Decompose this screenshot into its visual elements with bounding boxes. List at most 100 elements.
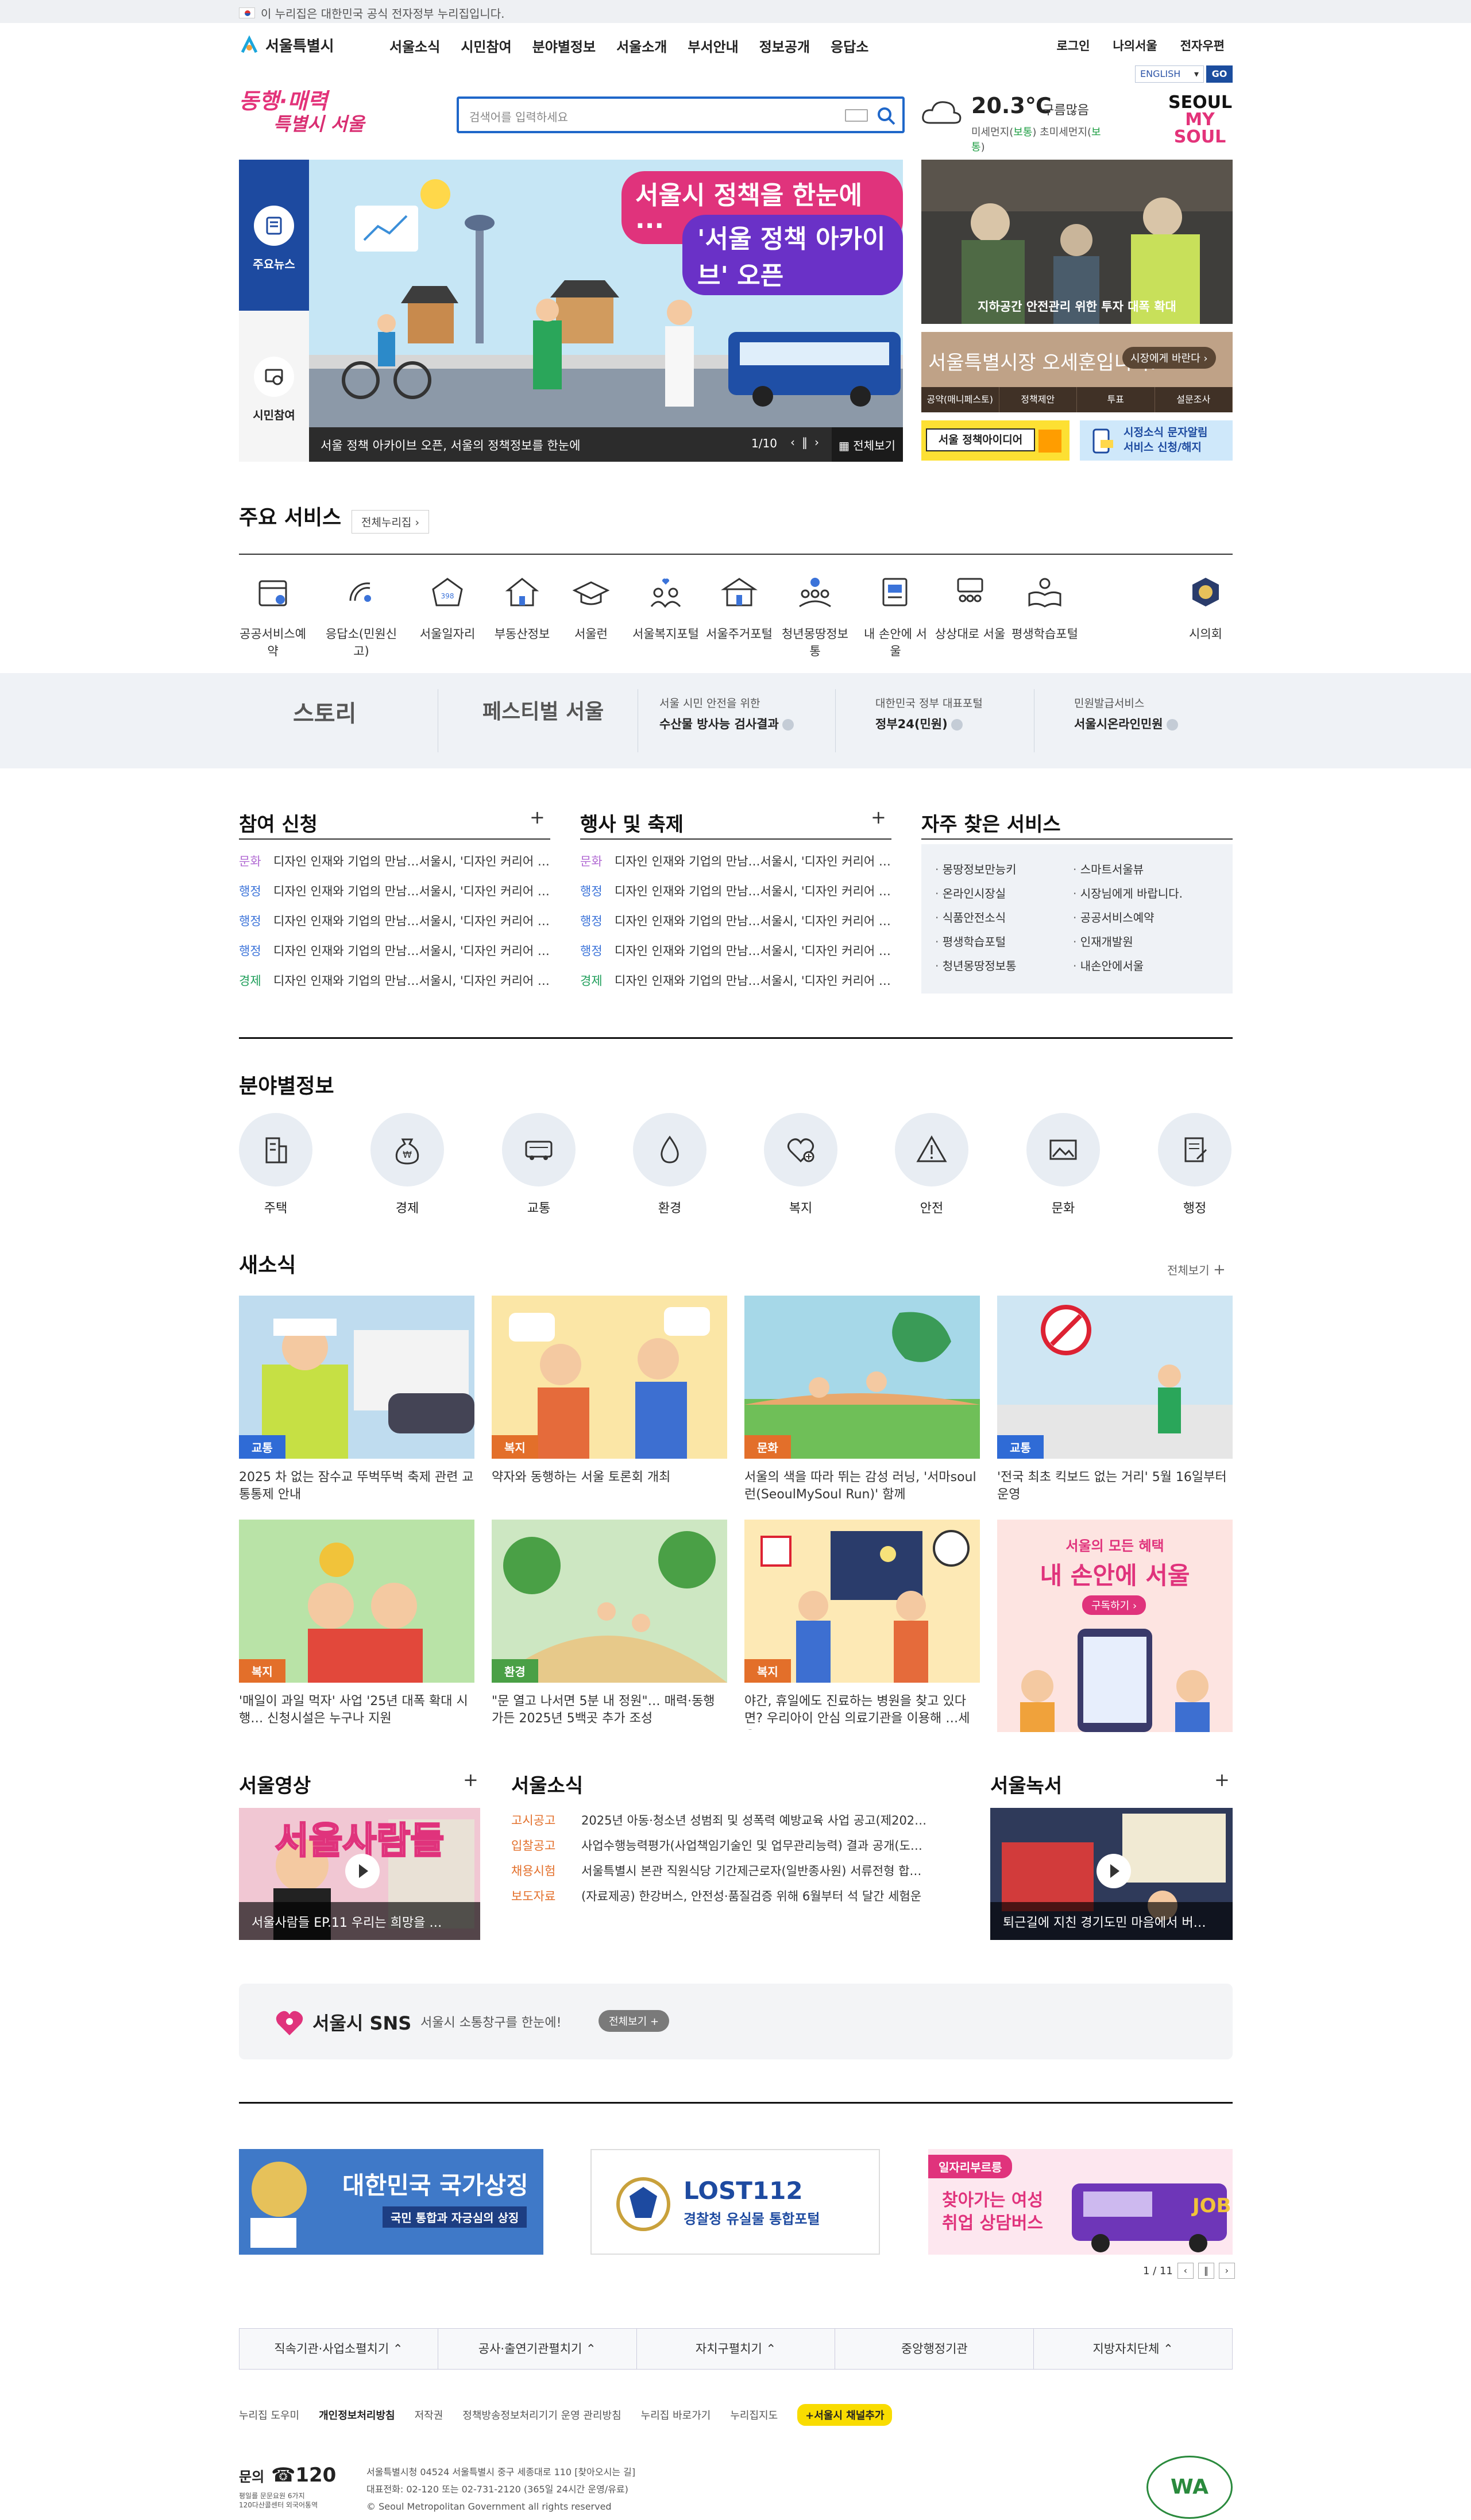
list-item[interactable]: 경제 디자인 인재와 기업의 만남…서울시, '디자인 커리어 … (580, 972, 891, 1002)
field-housing[interactable]: 주택 (239, 1113, 312, 1216)
promo-women-job-bus[interactable]: 일자리부르릉 찾아가는 여성 취업 상담버스 JOB (928, 2149, 1233, 2255)
nav-departments[interactable]: 부서안내 (688, 36, 738, 56)
search-icon[interactable] (875, 105, 898, 127)
service-seoul-jobs[interactable]: 398 서울일자리 (411, 572, 484, 642)
search-input[interactable]: 검색어를 입력하세요 (469, 108, 568, 125)
next-icon[interactable]: › (814, 435, 826, 449)
mayor-wish-button[interactable]: 시장에게 바란다 › (1122, 347, 1216, 369)
promo-lost112[interactable]: LOST112 경찰청 유실물 통합포털 (590, 2149, 880, 2255)
service-seoul-learn[interactable]: 서울런 (555, 572, 627, 642)
audio-more-icon[interactable]: + (1214, 1769, 1230, 1791)
list-item[interactable]: 문화 디자인 인재와 기업의 만남…서울시, '디자인 커리어 … (580, 852, 891, 882)
right-news-photo[interactable]: 지하공간 안전관리 위한 투자 대폭 확대 (921, 160, 1233, 324)
footer-link-shortcut[interactable]: 누리집 바로가기 (641, 2407, 711, 2422)
mayor-box[interactable]: 서울특별시장 오세훈입니다. 시장에게 바란다 › 공약(매니페스토) 정책제안… (921, 332, 1233, 412)
footer-link-copyright[interactable]: 저작권 (415, 2407, 443, 2422)
keyboard-icon[interactable] (845, 109, 868, 122)
list-item[interactable]: 행정 디자인 인재와 기업의 만남…서울시, '디자인 커리어 … (580, 942, 891, 972)
field-transport[interactable]: 교통 (502, 1113, 576, 1216)
prev-icon[interactable]: ‹ (790, 435, 802, 449)
subscribe-button[interactable]: 구독하기 › (1082, 1595, 1146, 1615)
mayor-link-survey[interactable]: 설문조사 (1155, 387, 1233, 412)
service-welfare-portal[interactable]: 서울복지포털 (630, 572, 702, 642)
mayor-link-proposal[interactable]: 정책제안 (999, 387, 1077, 412)
favorite-link[interactable]: 인재개발원 (1073, 933, 1183, 957)
list-item[interactable]: 행정 디자인 인재와 기업의 만남…서울시, '디자인 커리어 … (239, 912, 550, 942)
nav-seoul-news[interactable]: 서울소식 (389, 36, 440, 56)
login-link[interactable]: 로그인 (1056, 37, 1090, 54)
video-thumbnail[interactable]: 서울사람들 서울사람들 EP.11 우리는 희망을 … (239, 1808, 480, 1940)
field-environment[interactable]: 환경 (633, 1113, 706, 1216)
weather-widget[interactable]: 20.3℃ 구름많음 미세먼지(보통) 초미세먼지(보통) (921, 93, 1110, 153)
field-safety[interactable]: 안전 (895, 1113, 968, 1216)
news-card[interactable]: 복지 약자와 동행하는 서울 토론회 개최 (492, 1296, 727, 1506)
service-youth-info[interactable]: 청년몽땅정보통 (779, 572, 851, 659)
service-eungdapso[interactable]: 응답소(민원신고) (325, 572, 397, 659)
list-item[interactable]: 경제 디자인 인재와 기업의 만남…서울시, '디자인 커리어 … (239, 972, 550, 1002)
radiation-check-link[interactable]: 서울 시민 안전을 위한 수산물 방사능 검사결과 (659, 695, 794, 747)
audio-thumbnail[interactable]: 퇴근길에 지친 경기도민 마음에서 버… (990, 1808, 1233, 1940)
notice-item[interactable]: 보도자료 (자료제공) 한강버스, 안전성·품질검증 위해 6월부터 석 달간 세… (511, 1887, 959, 1912)
nav-eungdapso[interactable]: 응답소 (831, 36, 868, 56)
next-icon[interactable]: › (1218, 2263, 1235, 2279)
language-dropdown[interactable]: ENGLISH ▾ (1135, 65, 1204, 83)
field-welfare[interactable]: 복지 (764, 1113, 837, 1216)
sites-local-gov[interactable]: 지방자치단체 ⌃ (1034, 2329, 1232, 2369)
banner-view-all-button[interactable]: ▦ 전체보기 (832, 427, 903, 462)
tab-main-news[interactable]: 주요뉴스 (239, 160, 309, 311)
favorite-link[interactable]: 공공서비스예약 (1073, 909, 1183, 933)
play-icon[interactable] (1097, 1854, 1131, 1888)
footer-link-sitemap[interactable]: 누리집지도 (730, 2407, 778, 2422)
notice-item[interactable]: 고시공고 2025년 아동·청소년 성범죄 및 성폭력 예방교육 사업 공고(제2… (511, 1811, 959, 1837)
language-go-button[interactable]: GO (1206, 65, 1233, 83)
news-card[interactable]: 문화 서울의 색을 따라 뛰는 감성 러닝, '서마soul런(SeoulMyS… (744, 1296, 980, 1506)
footer-link-privacy[interactable]: 개인정보처리방침 (319, 2407, 395, 2422)
list-item[interactable]: 행정 디자인 인재와 기업의 만남…서울시, '디자인 커리어 … (239, 942, 550, 972)
service-city-council[interactable]: 시의회 (1169, 572, 1242, 642)
favorite-link[interactable]: 평생학습포털 (935, 933, 1017, 957)
slogan[interactable]: 동행·매력 특별시 서울 (239, 90, 364, 136)
favorite-link[interactable]: 내손안에서울 (1073, 957, 1183, 981)
favorite-link[interactable]: 청년몽땅정보통 (935, 957, 1017, 981)
seoul-my-soul-logo[interactable]: SEOUL MY SOUL (1168, 94, 1232, 146)
banner-caption[interactable]: 서울 정책 아카이브 오픈, 서울의 정책정보를 한눈에 (321, 436, 580, 454)
favorite-link[interactable]: 스마트서울뷰 (1073, 860, 1183, 884)
favorite-link[interactable]: 몽땅정보만능키 (935, 860, 1017, 884)
story-banner[interactable]: 스토리 (293, 695, 356, 747)
news-card[interactable]: 교통 '전국 최초 킥보드 없는 거리' 5월 16일부터 운영 (997, 1296, 1233, 1506)
pause-icon[interactable]: ‖ (1198, 2263, 1214, 2279)
sns-view-all-button[interactable]: 전체보기 + (599, 2010, 670, 2032)
sites-public-corp[interactable]: 공사·출연기관펼치기 ⌃ (438, 2329, 637, 2369)
list-item[interactable]: 행정 디자인 인재와 기업의 만남…서울시, '디자인 커리어 … (239, 882, 550, 912)
nav-participation[interactable]: 시민참여 (461, 36, 511, 56)
pause-icon[interactable]: ‖ (802, 435, 814, 449)
email-link[interactable]: 전자우편 (1180, 37, 1225, 54)
list-item[interactable]: 행정 디자인 인재와 기업의 만남…서울시, '디자인 커리어 … (580, 912, 891, 942)
sns-banner[interactable]: 서울시 SNS 서울시 소통창구를 한눈에! 전체보기 + (239, 1984, 1233, 2059)
prev-icon[interactable]: ‹ (1177, 2263, 1194, 2279)
sites-districts[interactable]: 자치구펼치기 ⌃ (637, 2329, 836, 2369)
field-economy[interactable]: ₩ 경제 (370, 1113, 444, 1216)
mayor-link-manifesto[interactable]: 공약(매니페스토) (921, 387, 999, 412)
my-seoul-link[interactable]: 나의서울 (1113, 37, 1157, 54)
service-imagine-seoul[interactable]: 상상대로 서울 (934, 572, 1006, 642)
news-card[interactable]: 환경 "문 열고 나서면 5분 내 정원"… 매력·동행 가든 2025년 5백… (492, 1520, 727, 1730)
nav-disclosure[interactable]: 정보공개 (759, 36, 810, 56)
footer-link-helper[interactable]: 누리집 도우미 (239, 2407, 299, 2422)
nav-about-seoul[interactable]: 서울소개 (616, 36, 667, 56)
festival-banner[interactable]: 페스티벌 서울 (482, 695, 604, 747)
gov24-link[interactable]: 대한민국 정부 대표포털 정부24(민원) (875, 695, 983, 747)
video-more-icon[interactable]: + (463, 1769, 478, 1791)
news-card[interactable]: 복지 '매일이 과일 먹자' 사업 '25년 대폭 확대 시행… 신청시설은 누… (239, 1520, 474, 1730)
service-real-estate[interactable]: 부동산정보 (486, 572, 558, 642)
all-sites-button[interactable]: 전체누리집 › (352, 510, 430, 534)
notice-item[interactable]: 채용시험 서울특별시 본관 직원식당 기간제근로자(일반종사원) 서류전형 합… (511, 1862, 959, 1887)
sms-service-banner[interactable]: 시정소식 문자알림 서비스 신청/해지 (1080, 420, 1233, 461)
notice-item[interactable]: 입찰공고 사업수행능력평가(사업책임기술인 및 업무관리능력) 결과 공개(도… (511, 1837, 959, 1862)
online-civil-link[interactable]: 민원발급서비스 서울시온라인민원 (1074, 695, 1178, 747)
tab-citizen-participation[interactable]: 시민참여 (239, 311, 309, 462)
news-card[interactable]: 서울의 모든 혜택 내 손안에 서울 구독하기 › (997, 1520, 1233, 1732)
events-more-icon[interactable]: + (871, 806, 886, 828)
favorite-link[interactable]: 시장님에게 바랍니다. (1073, 884, 1183, 909)
service-housing-portal[interactable]: 서울주거포털 (703, 572, 775, 642)
